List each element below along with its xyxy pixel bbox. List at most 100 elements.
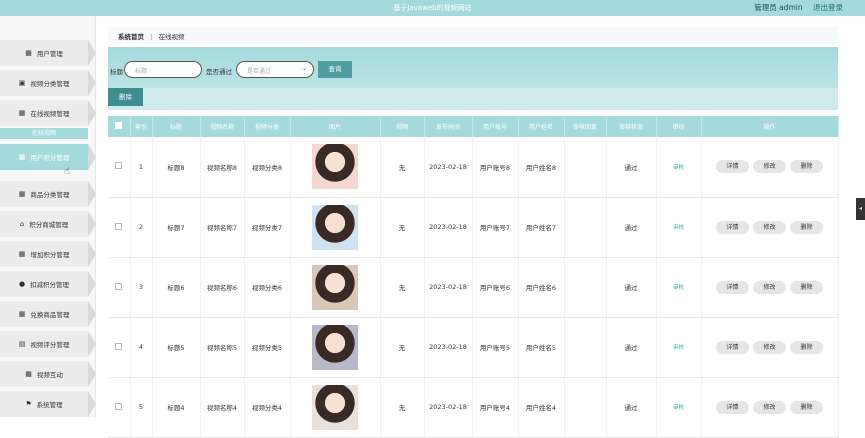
batch-delete-button[interactable]: 删除 [108, 88, 143, 106]
cell-video: 无 [380, 137, 425, 198]
sidebar-item-exchange[interactable]: ▦ 兑换商品管理 [0, 301, 96, 327]
sidebar-item-deduct-points[interactable]: ● 扣减积分管理 [0, 271, 96, 297]
cell-audit-status: 通过 [606, 377, 657, 438]
edit-button[interactable]: 修改 [753, 280, 786, 294]
delete-button[interactable]: 删除 [790, 280, 823, 294]
sidebar-item-video-rating[interactable]: ▤ 视频评分管理 [0, 331, 96, 357]
cell-audit[interactable]: 审核 [656, 377, 702, 438]
sidebar-item-system[interactable]: ⚑ 系统管理 [0, 391, 96, 417]
cell-video-name: 视频名称4 [200, 377, 245, 438]
sidebar-item-points-mall[interactable]: ⌂ 积分商城管理 [0, 211, 96, 237]
flag-icon: ⚑ [25, 400, 32, 408]
cell-operations: 详情 修改 删除 [701, 197, 839, 258]
header-audit-status: 审核状态 [606, 116, 657, 137]
video-thumbnail [312, 204, 358, 250]
select-all-checkbox[interactable] [108, 116, 131, 137]
cell-index: 5 [130, 377, 153, 438]
cell-audit[interactable]: 审核 [656, 317, 702, 378]
grid-icon: ▦ [25, 49, 32, 57]
cell-audit-reply [564, 197, 607, 258]
sidebar-item-add-points[interactable]: ▦ 增加积分管理 [0, 241, 96, 267]
detail-button[interactable]: 详情 [716, 280, 749, 294]
cell-operations: 详情 修改 删除 [701, 257, 839, 318]
cell-video-category: 视频分类7 [244, 197, 291, 258]
sidebar-item-goods-category[interactable]: ▦ 商品分类管理 [0, 181, 96, 207]
cell-user-account: 用户账号8 [472, 137, 519, 198]
delete-button[interactable]: 删除 [790, 220, 823, 234]
mouse-cursor-icon: ☝ [64, 166, 71, 177]
detail-button[interactable]: 详情 [716, 160, 749, 174]
sidebar-item-online-video[interactable]: ▦ 在线视频管理 [0, 100, 96, 126]
cell-index: 1 [130, 137, 153, 198]
cell-operations: 详情 修改 删除 [701, 377, 839, 438]
sidebar-item-users[interactable]: ▦ 用户管理 [0, 40, 96, 66]
row-checkbox[interactable] [108, 257, 131, 318]
cell-audit[interactable]: 审核 [656, 137, 702, 198]
cell-video: 无 [380, 257, 425, 318]
cell-user-account: 用户账号5 [472, 317, 519, 378]
cell-audit-status: 通过 [606, 137, 657, 198]
cell-audit[interactable]: 审核 [656, 257, 702, 318]
cell-user-account: 用户账号7 [472, 197, 519, 258]
sidebar-item-video-category[interactable]: ▣ 视频分类管理 [0, 70, 96, 96]
edit-button[interactable]: 修改 [753, 340, 786, 354]
action-bar [108, 88, 838, 110]
box-icon: ▣ [18, 79, 26, 87]
sidebar-subitem-online-video[interactable]: 在线视频 [0, 128, 88, 139]
row-checkbox[interactable] [108, 197, 131, 258]
pass-label: 是否通过 [206, 68, 232, 76]
delete-button[interactable]: 删除 [790, 340, 823, 354]
table-row: 3 标题6 视频名称6 视频分类6 无 2023-02-18 用户账号6 用户姓名6 通过 审核详… [108, 257, 839, 318]
row-checkbox[interactable] [108, 137, 131, 198]
edit-button[interactable]: 修改 [753, 220, 786, 234]
cell-user-name: 用户姓名5 [518, 317, 565, 378]
header-operations: 操作 [701, 116, 839, 137]
video-thumbnail [312, 264, 358, 310]
chevron-down-icon: ⌄ [301, 65, 307, 72]
sidebar-item-user-points[interactable]: ▦ 用户积分管理 [0, 144, 96, 170]
cell-audit-status: 通过 [606, 317, 657, 378]
cell-audit-reply [564, 257, 607, 318]
sidebar-item-video-interaction[interactable]: ▦ 视频互动 [0, 361, 96, 387]
cell-user-name: 用户姓名6 [518, 257, 565, 318]
row-checkbox[interactable] [108, 377, 131, 438]
header-image: 图片 [290, 116, 381, 137]
title-label: 标题 [110, 68, 123, 76]
edit-button[interactable]: 修改 [753, 400, 786, 414]
cell-audit[interactable]: 审核 [656, 197, 702, 258]
row-checkbox[interactable] [108, 317, 131, 378]
cell-title: 标题4 [152, 377, 201, 438]
doc-icon: ▤ [18, 340, 26, 348]
logout-link[interactable]: 退出登录 [813, 3, 843, 12]
detail-button[interactable]: 详情 [716, 400, 749, 414]
cell-audit-status: 通过 [606, 257, 657, 318]
table-header: 索引 标题 视频名称 视频分类 图片 视频 发布时间 用户账号 用户姓名 审核回… [108, 116, 839, 137]
header-video: 视频 [380, 116, 425, 137]
side-toggle-button[interactable]: ◂ [856, 198, 865, 220]
cell-image [290, 377, 381, 438]
query-button[interactable]: 查询 [318, 61, 352, 78]
video-thumbnail [312, 324, 358, 370]
cell-user-account: 用户账号4 [472, 377, 519, 438]
detail-button[interactable]: 详情 [716, 220, 749, 234]
edit-button[interactable]: 修改 [753, 160, 786, 174]
breadcrumb-current: 在线视频 [158, 33, 185, 41]
delete-button[interactable]: 删除 [790, 160, 823, 174]
cell-video-category: 视频分类5 [244, 317, 291, 378]
delete-button[interactable]: 删除 [790, 400, 823, 414]
title-input[interactable]: 标题 [124, 61, 202, 78]
user-info: 管理员 admin 退出登录 [754, 2, 843, 13]
pass-select[interactable]: 是否通过 ⌄ [236, 61, 314, 78]
cell-date: 2023-02-18 [424, 377, 473, 438]
detail-button[interactable]: 详情 [716, 340, 749, 354]
user-icon: ● [18, 280, 26, 288]
video-thumbnail [312, 384, 358, 430]
breadcrumb-home[interactable]: 系统首页 [118, 33, 144, 41]
header-user-account: 用户账号 [472, 116, 519, 137]
cell-video: 无 [380, 317, 425, 378]
cell-image [290, 317, 381, 378]
cell-date: 2023-02-18 [424, 257, 473, 318]
cell-video-name: 视频名称6 [200, 257, 245, 318]
cell-index: 2 [130, 197, 153, 258]
grid-icon: ▦ [18, 153, 26, 161]
